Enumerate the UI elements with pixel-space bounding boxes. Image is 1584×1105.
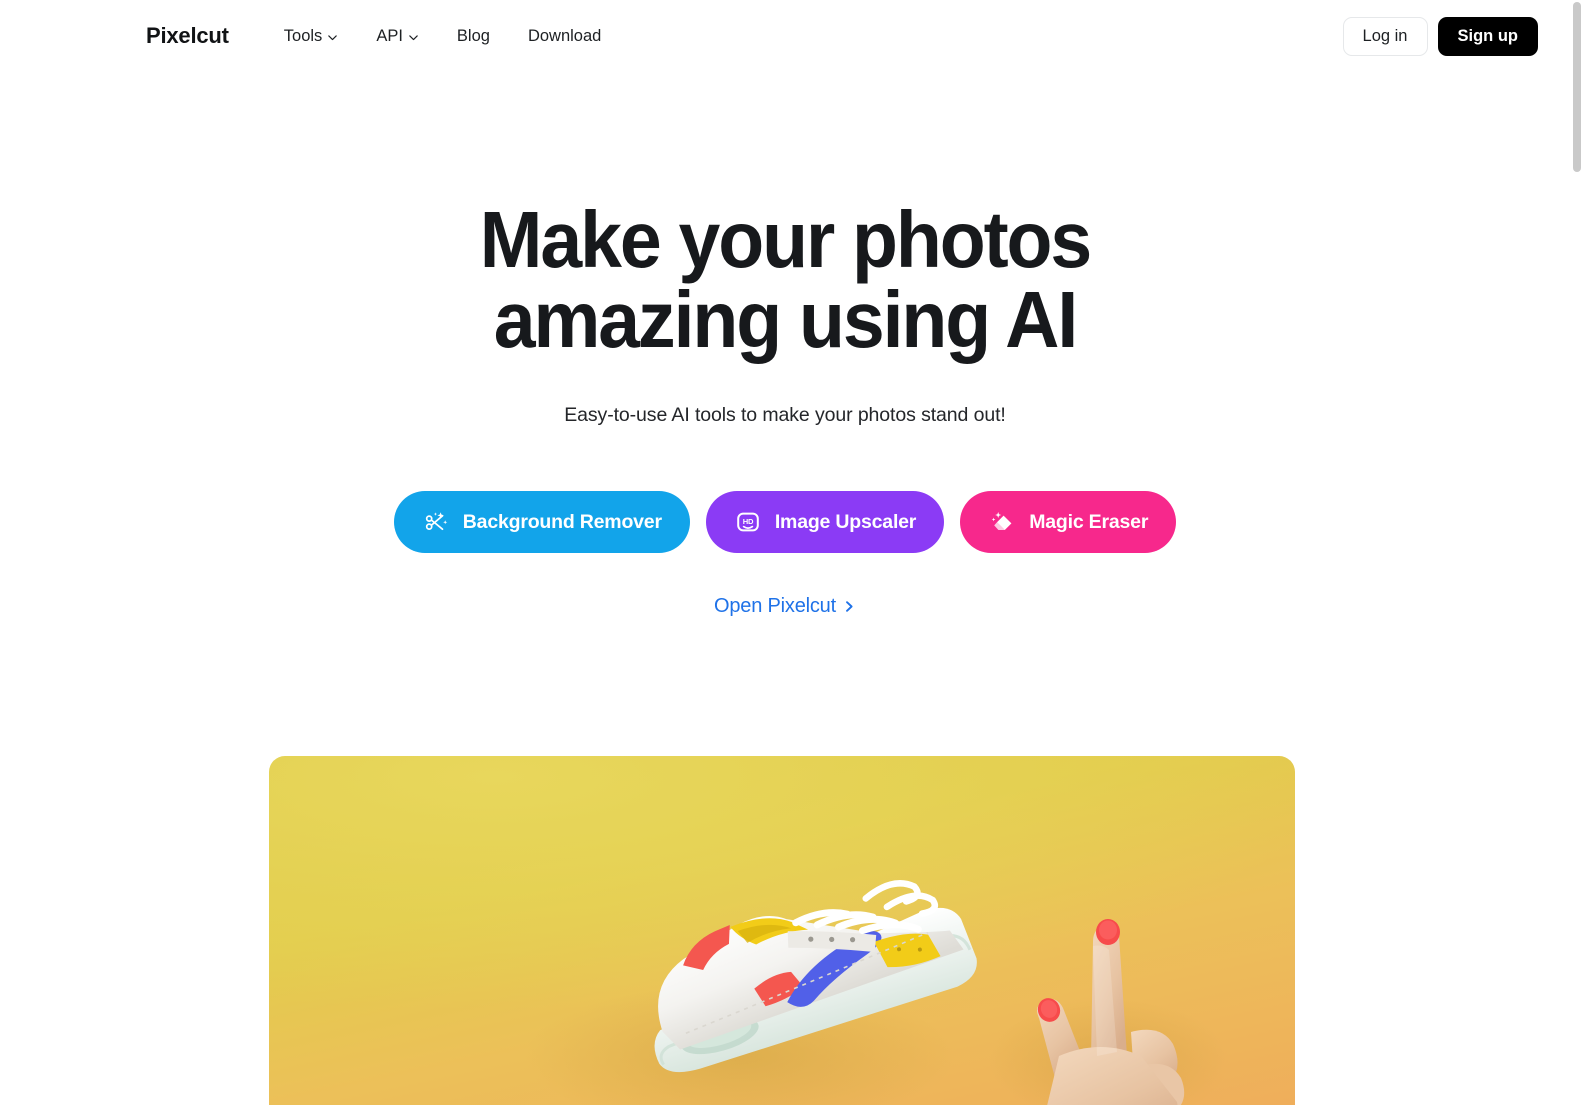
headline-line-2: using AI (798, 275, 1078, 364)
brand-logo[interactable]: Pixelcut (146, 23, 229, 49)
signup-button[interactable]: Sign up (1437, 16, 1538, 56)
nav-item-label: Download (527, 26, 602, 45)
nav-item-download[interactable]: Download (509, 19, 620, 54)
scissors-sparkle-icon (422, 508, 450, 536)
eraser-sparkle-icon (988, 508, 1016, 536)
magic-eraser-button[interactable]: Magic Eraser (960, 491, 1177, 553)
nav-item-label: Tools (283, 26, 323, 45)
open-pixelcut-label: Open Pixelcut (714, 595, 836, 617)
chevron-down-icon (408, 32, 419, 43)
hd-badge-icon: HD (734, 508, 762, 536)
page-title: Make your photos amazing using AI (409, 200, 1161, 360)
top-navigation-bar: Pixelcut Tools API Blog Download Log in … (0, 0, 1570, 72)
page-root: Pixelcut Tools API Blog Download Log in … (0, 0, 1584, 1105)
page-scrollbar-thumb[interactable] (1573, 2, 1581, 172)
login-button[interactable]: Log in (1342, 16, 1428, 56)
nav-item-label: Blog (456, 26, 490, 45)
nav-item-blog[interactable]: Blog (438, 19, 509, 54)
chevron-right-icon (843, 599, 856, 614)
cta-label: Magic Eraser (1029, 510, 1149, 533)
image-upscaler-button[interactable]: HD Image Upscaler (705, 491, 945, 553)
nav-item-tools[interactable]: Tools (265, 19, 358, 54)
nav-links: Tools API Blog Download (265, 19, 621, 54)
hero-image-artwork (524, 880, 1229, 1105)
chevron-down-icon (327, 32, 338, 43)
nav-item-label: API (376, 26, 403, 45)
hero-product-image (269, 756, 1295, 1105)
svg-text:HD: HD (743, 517, 754, 526)
hero-subtitle: Easy-to-use AI tools to make your photos… (564, 404, 1006, 426)
hero-section: Make your photos amazing using AI Easy-t… (0, 200, 1570, 618)
cta-label: Image Upscaler (774, 510, 917, 533)
cta-button-row: Background Remover HD Image Upscaler Mag… (0, 491, 1570, 553)
cta-label: Background Remover (462, 510, 662, 533)
open-app-link-wrapper: Open Pixelcut (0, 595, 1570, 618)
background-remover-button[interactable]: Background Remover (393, 491, 690, 553)
auth-buttons: Log in Sign up (1342, 16, 1538, 56)
page-scrollbar-track[interactable] (1570, 0, 1584, 1105)
open-pixelcut-link[interactable]: Open Pixelcut (714, 595, 856, 618)
nav-item-api[interactable]: API (357, 19, 438, 54)
